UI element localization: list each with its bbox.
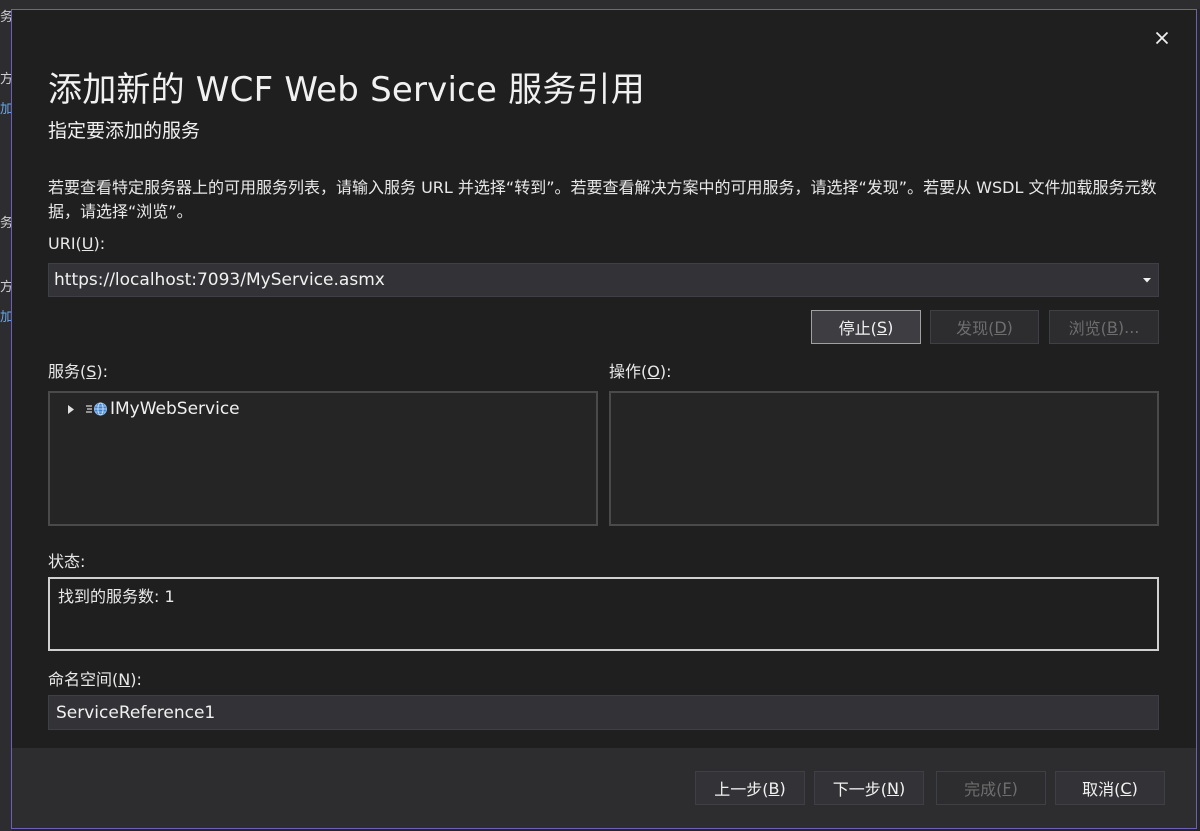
operations-label: 操作(O):: [609, 362, 672, 381]
dialog-footer: 上一步(B) 下一步(N) 完成(F) 取消(C): [12, 748, 1196, 828]
namespace-input[interactable]: ServiceReference1: [48, 695, 1159, 730]
status-text: 找到的服务数: 1: [58, 587, 175, 606]
cancel-button[interactable]: 取消(C): [1055, 771, 1165, 805]
uri-label: URI(U):: [48, 234, 106, 253]
back-button[interactable]: 上一步(B): [695, 771, 805, 805]
dialog-title: 添加新的 WCF Web Service 服务引用: [48, 70, 645, 110]
finish-button[interactable]: 完成(F): [936, 771, 1046, 805]
uri-value[interactable]: https://localhost:7093/MyService.asmx: [49, 270, 1136, 290]
tree-expander[interactable]: [62, 397, 80, 421]
tree-item-imywebservice[interactable]: IMyWebService: [62, 397, 240, 421]
uri-combobox[interactable]: https://localhost:7093/MyService.asmx: [48, 263, 1159, 297]
services-label: 服务(S):: [48, 362, 109, 381]
next-button[interactable]: 下一步(N): [814, 771, 924, 805]
close-icon: [1155, 31, 1169, 45]
web-service-icon: [84, 397, 110, 421]
stop-button[interactable]: 停止(S): [811, 310, 921, 344]
browse-button[interactable]: 浏览(B)...: [1049, 310, 1159, 344]
status-label: 状态:: [48, 552, 86, 571]
tree-item-label: IMyWebService: [110, 399, 240, 419]
namespace-label: 命名空间(N):: [48, 670, 142, 689]
dropdown-arrow[interactable]: [1136, 264, 1158, 296]
chevron-down-icon: [1143, 277, 1151, 282]
operations-list[interactable]: [609, 391, 1159, 526]
close-button[interactable]: [1148, 24, 1176, 52]
status-box: 找到的服务数: 1: [48, 577, 1159, 651]
dialog-description: 若要查看特定服务器上的可用服务列表，请输入服务 URL 并选择“转到”。若要查看…: [48, 178, 1157, 221]
ide-background-topbar: [12, 0, 1200, 9]
discover-button[interactable]: 发现(D): [930, 310, 1039, 344]
add-wcf-service-dialog: 添加新的 WCF Web Service 服务引用 指定要添加的服务 若要查看特…: [11, 9, 1197, 829]
services-tree[interactable]: IMyWebService: [48, 391, 598, 526]
dialog-subtitle: 指定要添加的服务: [48, 120, 201, 142]
chevron-right-icon: [68, 404, 74, 414]
